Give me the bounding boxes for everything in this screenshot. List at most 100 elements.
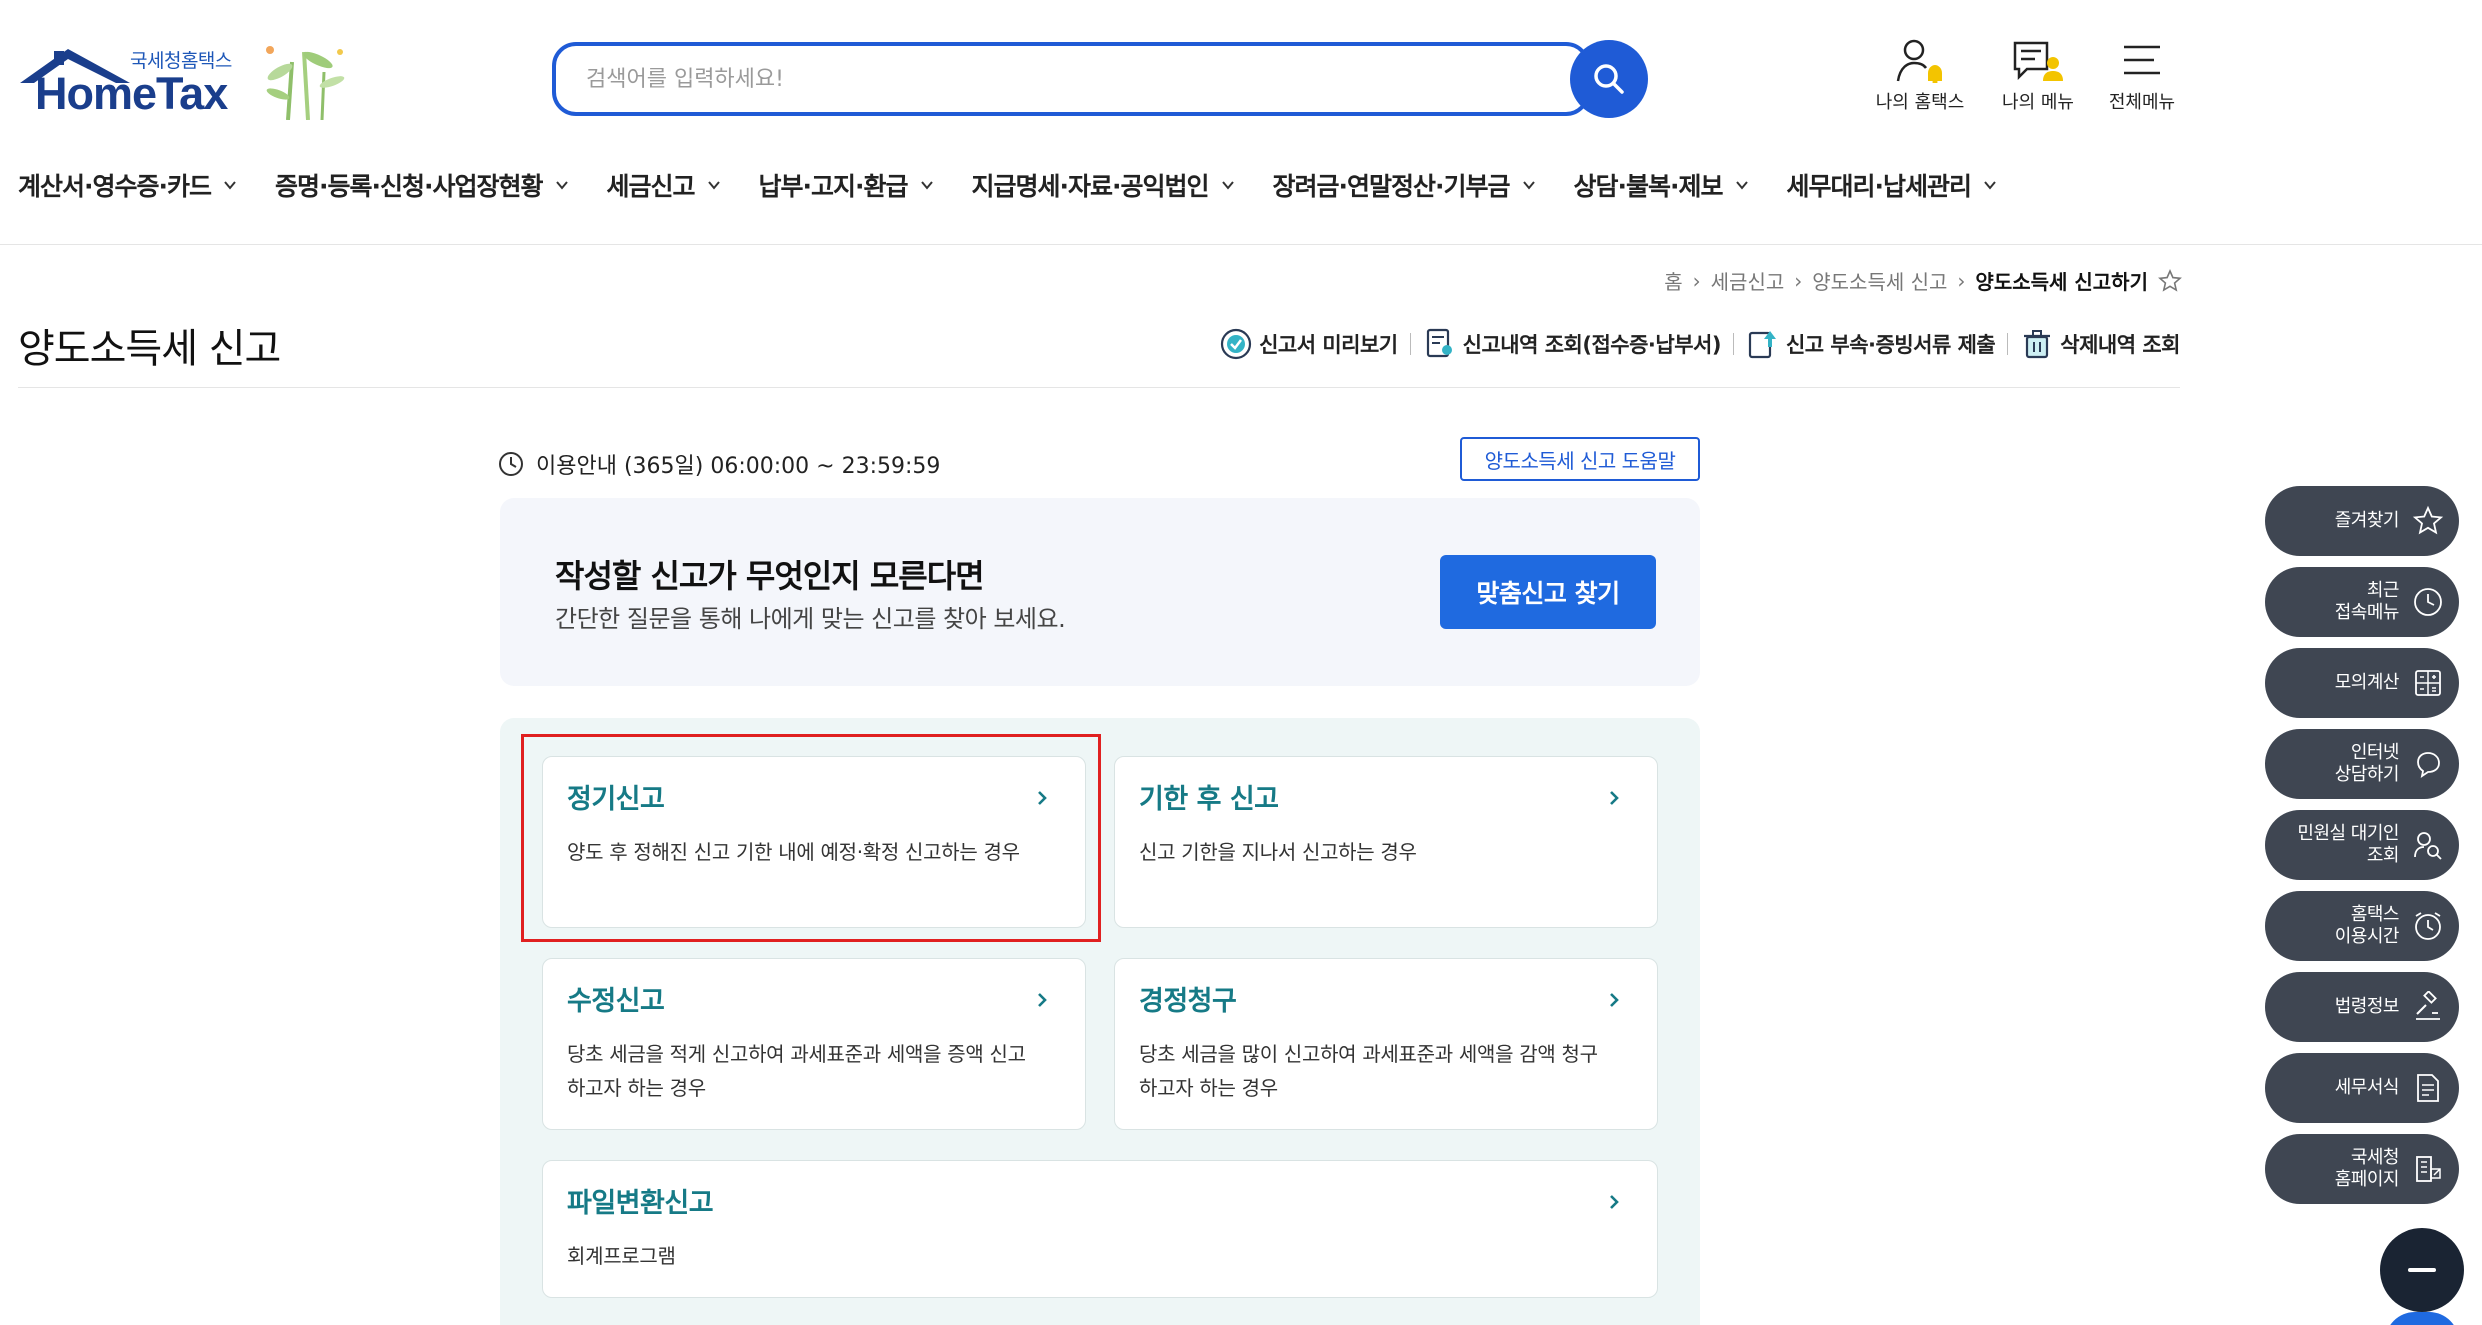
my-hometax-icon: [1896, 39, 1942, 83]
collapse-quick-menu-button[interactable]: [2380, 1228, 2464, 1312]
chevron-down-icon: [1735, 181, 1748, 190]
breadcrumb-current: 양도소득세 신고하기: [1975, 270, 2148, 294]
nav-item-agent[interactable]: 세무대리·납세관리: [1787, 160, 1998, 210]
nav-label: 지급명세·자료·공익법인: [971, 172, 1210, 201]
my-menu-button[interactable]: 나의 메뉴: [1978, 36, 2098, 116]
main-navigation: 계산서·영수증·카드 증명·등록·신청·사업장현황 세금신고 납부·고지·환급 …: [18, 160, 1997, 210]
search-icon: [1594, 64, 1624, 94]
calculator-icon: [2415, 670, 2441, 696]
title-divider: [18, 387, 2180, 388]
quick-waiting-query[interactable]: 민원실 대기인 조회: [2265, 810, 2459, 880]
nav-item-consult[interactable]: 상담·불복·제보: [1574, 160, 1749, 210]
quick-label: 최근 접속메뉴: [2334, 580, 2400, 623]
quick-law-info[interactable]: 법령정보: [2265, 972, 2459, 1042]
find-report-button[interactable]: 맞춤신고 찾기: [1440, 555, 1656, 629]
search-box: [552, 42, 1590, 116]
my-menu-label: 나의 메뉴: [2002, 92, 2074, 113]
card-title: 기한 후 신고: [1139, 784, 1279, 815]
breadcrumb-tax-report[interactable]: 세금신고: [1711, 266, 1785, 295]
quick-label: 모의계산: [2334, 672, 2400, 693]
logo-english-text: HomeTax: [35, 68, 228, 119]
nav-label: 증명·등록·신청·사업장현황: [275, 172, 543, 201]
all-menu-label: 전체메뉴: [2108, 92, 2176, 113]
chevron-right-icon: [1610, 791, 1619, 805]
chevron-right-icon: [1610, 993, 1619, 1007]
report-history-link[interactable]: 신고내역 조회(접수증·납부서): [1423, 327, 1721, 361]
usage-info: 이용안내 (365일) 06:00:00 ~ 23:59:59: [498, 448, 940, 480]
chevron-down-icon: [920, 181, 933, 190]
all-menu-button[interactable]: 전체메뉴: [2082, 36, 2202, 116]
deleted-history-link[interactable]: 삭제내역 조회: [2020, 327, 2180, 361]
form-document-icon: [2417, 1074, 2439, 1102]
star-icon: [2412, 505, 2444, 535]
nav-item-tax-report[interactable]: 세금신고: [607, 160, 721, 210]
header-divider: [0, 244, 2482, 245]
quick-label: 민원실 대기인 조회: [2297, 823, 2399, 866]
divider: [2007, 333, 2009, 355]
card-description: 당초 세금을 적게 신고하여 과세표준과 세액을 증액 신고하고자 하는 경우: [567, 1042, 1026, 1100]
hamburger-icon: [2124, 45, 2160, 75]
search-input[interactable]: [586, 60, 1536, 98]
nav-item-certificate[interactable]: 증명·등록·신청·사업장현황: [275, 160, 569, 210]
card-title: 경정청구: [1139, 986, 1237, 1017]
clock-icon: [2414, 588, 2442, 616]
floating-button-partial[interactable]: [2385, 1312, 2459, 1325]
alarm-clock-icon: [2415, 912, 2441, 940]
search-button[interactable]: [1570, 40, 1648, 118]
nav-label: 상담·불복·제보: [1573, 172, 1724, 201]
chevron-down-icon: [707, 181, 720, 190]
star-icon[interactable]: [2158, 268, 2182, 293]
clock-icon: [499, 452, 523, 476]
quick-mock-calculation[interactable]: 모의계산: [2265, 648, 2459, 718]
submit-documents-link[interactable]: 신고 부속·증빙서류 제출: [1746, 327, 1996, 361]
hometax-logo[interactable]: 국세청홈택스 HomeTax: [18, 40, 348, 125]
bamboo-decoration-icon: [266, 46, 345, 120]
preview-report-link[interactable]: 신고서 미리보기: [1219, 327, 1398, 361]
finder-heading: 작성할 신고가 무엇인지 모른다면: [555, 557, 985, 595]
quick-nts-homepage[interactable]: 국세청 홈페이지: [2265, 1134, 2459, 1204]
help-button[interactable]: 양도소득세 신고 도움말: [1460, 437, 1700, 481]
quick-label: 법령정보: [2334, 996, 2400, 1017]
quick-internet-consult[interactable]: 인터넷 상담하기: [2265, 729, 2459, 799]
card-title: 파일변환신고: [567, 1188, 714, 1219]
nav-item-statement[interactable]: 지급명세·자료·공익법인: [972, 160, 1235, 210]
breadcrumb-home[interactable]: 홈: [1664, 266, 1682, 295]
nav-item-invoice[interactable]: 계산서·영수증·카드: [18, 160, 237, 210]
quick-tax-forms[interactable]: 세무서식: [2265, 1053, 2459, 1123]
divider: [1732, 333, 1734, 355]
breadcrumb-transfer-tax[interactable]: 양도소득세 신고: [1812, 266, 1947, 295]
document-search-icon: [1426, 328, 1452, 358]
report-finder-box: 작성할 신고가 무엇인지 모른다면 간단한 질문을 통해 나에게 맞는 신고를 …: [500, 498, 1700, 686]
quick-label: 국세청 홈페이지: [2334, 1147, 2400, 1190]
breadcrumb: 홈 › 세금신고 › 양도소득세 신고 › 양도소득세 신고하기: [1664, 266, 2182, 295]
card-correction-claim[interactable]: 경정청구 당초 세금을 많이 신고하여 과세표준과 세액을 감액 청구하고자 하…: [1114, 958, 1658, 1130]
minus-icon: [2408, 1268, 2436, 1272]
deleted-history-label: 삭제내역 조회: [2060, 333, 2180, 357]
quick-label: 인터넷 상담하기: [2334, 742, 2400, 785]
card-description: 회계프로그램: [567, 1244, 676, 1268]
chat-icon: [2417, 752, 2440, 778]
nav-item-incentive[interactable]: 장려금·연말정산·기부금: [1273, 160, 1536, 210]
my-menu-icon: [2013, 41, 2063, 81]
nav-label: 세무대리·납세관리: [1786, 172, 1972, 201]
utility-links: 신고서 미리보기 신고내역 조회(접수증·납부서) 신고 부속·증빙서류 제출 …: [1219, 327, 2180, 361]
chevron-down-icon: [224, 181, 236, 190]
quick-hometax-hours[interactable]: 홈택스 이용시간: [2265, 891, 2459, 961]
quick-recent-menu[interactable]: 최근 접속메뉴: [2265, 567, 2459, 637]
card-amended-report[interactable]: 수정신고 당초 세금을 적게 신고하여 과세표준과 세액을 증액 신고하고자 하…: [542, 958, 1086, 1130]
divider: [1409, 333, 1411, 355]
page-title: 양도소득세 신고: [18, 326, 281, 372]
my-hometax-button[interactable]: 나의 홈택스: [1860, 36, 1980, 116]
card-file-conversion-report[interactable]: 파일변환신고 회계프로그램: [542, 1160, 1658, 1298]
quick-favorites[interactable]: 즐겨찾기: [2265, 486, 2459, 556]
my-hometax-label: 나의 홈택스: [1875, 92, 1965, 113]
card-late-report[interactable]: 기한 후 신고 신고 기한을 지나서 신고하는 경우: [1114, 756, 1658, 928]
nav-label: 계산서·영수증·카드: [18, 172, 212, 201]
report-history-label: 신고내역 조회(접수증·납부서): [1462, 333, 1722, 357]
nav-item-payment[interactable]: 납부·고지·환급: [759, 160, 934, 210]
chevron-down-icon: [1984, 181, 1996, 190]
chevron-down-icon: [1221, 181, 1234, 190]
chevron-down-icon: [555, 181, 568, 190]
breadcrumb-separator: ›: [1957, 268, 1966, 293]
chevron-right-icon: [1610, 1195, 1619, 1209]
